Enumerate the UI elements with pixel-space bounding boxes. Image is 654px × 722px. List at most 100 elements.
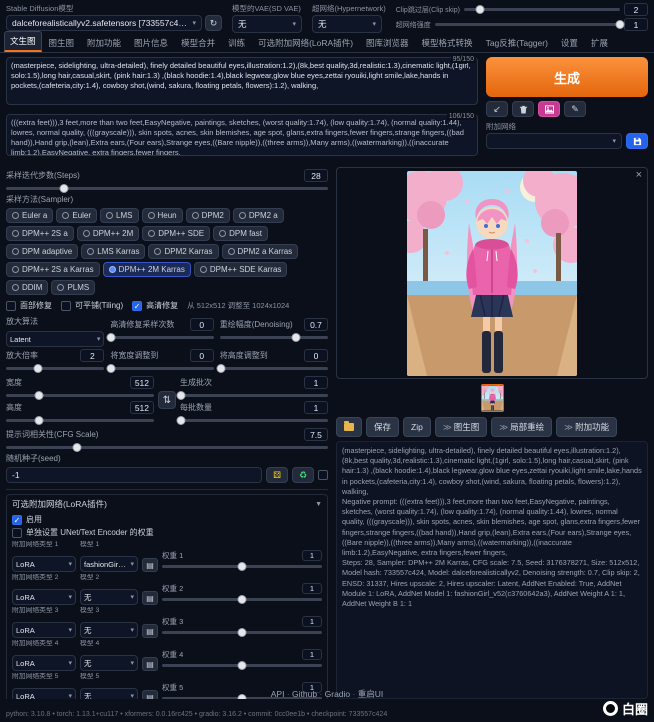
tab-img2img[interactable]: 图生图 bbox=[43, 33, 81, 52]
zip-button[interactable]: Zip bbox=[403, 417, 431, 437]
save-style-button[interactable] bbox=[626, 133, 648, 149]
seed-input[interactable]: -1 bbox=[6, 467, 262, 483]
sampler-option[interactable]: DPM++ 2S a bbox=[6, 226, 74, 241]
clip-skip-slider[interactable] bbox=[464, 8, 620, 11]
sampler-option[interactable]: DPM fast bbox=[213, 226, 268, 241]
paste-params-button[interactable]: ↙ bbox=[486, 101, 508, 117]
model-select[interactable]: dalceforealisticallyv2.safetensors [7335… bbox=[6, 15, 202, 31]
tab-png-info[interactable]: 图片信息 bbox=[128, 33, 174, 52]
height-value[interactable]: 512 bbox=[130, 401, 154, 414]
random-seed-button[interactable]: ⚄ bbox=[266, 467, 288, 483]
hypernet-select[interactable]: 无 ▾ bbox=[312, 15, 382, 33]
sampler-option[interactable]: DPM++ 2M bbox=[77, 226, 139, 241]
sampler-option[interactable]: DPM2 Karras bbox=[148, 244, 218, 259]
clear-prompt-button[interactable] bbox=[512, 101, 534, 117]
hires-fix-checkbox[interactable]: ✓高清修复 bbox=[132, 300, 178, 311]
generate-button[interactable]: 生成 bbox=[486, 57, 648, 97]
tab-txt2img[interactable]: 文生图 bbox=[4, 31, 42, 52]
batch-size-slider[interactable] bbox=[180, 419, 328, 422]
lora-type-select[interactable]: LoRA▾ bbox=[12, 589, 76, 605]
resize-height-value[interactable]: 0 bbox=[304, 349, 328, 362]
lora-weight-slider[interactable] bbox=[162, 598, 322, 601]
generated-image[interactable] bbox=[407, 171, 577, 376]
sampler-option[interactable]: Heun bbox=[142, 208, 183, 223]
steps-slider[interactable] bbox=[6, 187, 328, 190]
steps-value[interactable]: 28 bbox=[304, 169, 328, 182]
resize-width-value[interactable]: 0 bbox=[190, 349, 214, 362]
styles-select[interactable]: ▾ bbox=[486, 133, 622, 149]
denoise-slider[interactable] bbox=[220, 336, 328, 339]
sampler-option[interactable]: DPM2 bbox=[186, 208, 230, 223]
lora-model-select[interactable]: 无▾ bbox=[80, 622, 138, 638]
upscale-by-value[interactable]: 2 bbox=[80, 349, 104, 362]
hires-steps-slider[interactable] bbox=[110, 336, 213, 339]
tab-checkpoint-merger[interactable]: 模型合并 bbox=[175, 33, 221, 52]
lora-type-select[interactable]: LoRA▾ bbox=[12, 556, 76, 572]
sampler-option[interactable]: LMS bbox=[100, 208, 138, 223]
sampler-option[interactable]: PLMS bbox=[51, 280, 95, 295]
batch-count-value[interactable]: 1 bbox=[304, 376, 328, 389]
extra-networks-button[interactable] bbox=[538, 101, 560, 117]
reload-ui-link[interactable]: 重启UI bbox=[358, 689, 384, 699]
height-slider[interactable] bbox=[6, 419, 154, 422]
tab-extras[interactable]: 附加功能 bbox=[81, 33, 127, 52]
close-icon[interactable]: × bbox=[636, 169, 642, 181]
additional-networks-header[interactable]: 可选附加网络(LoRA插件) ▼ bbox=[12, 498, 322, 510]
lora-model-info-button[interactable]: ▤ bbox=[142, 657, 158, 671]
lora-weight-value[interactable]: 1 bbox=[302, 649, 322, 660]
tab-image-browser[interactable]: 图库浏览器 bbox=[360, 33, 415, 52]
upscaler-select[interactable]: Latent ▾ bbox=[6, 331, 104, 347]
swap-dimensions-button[interactable]: ⇅ bbox=[158, 391, 176, 409]
sampler-option[interactable]: DPM++ SDE Karras bbox=[194, 262, 288, 277]
width-value[interactable]: 512 bbox=[130, 376, 154, 389]
cfg-value[interactable]: 7.5 bbox=[304, 428, 328, 441]
save-button[interactable]: 保存 bbox=[366, 417, 399, 437]
lora-type-select[interactable]: LoRA▾ bbox=[12, 655, 76, 671]
lora-model-info-button[interactable]: ▤ bbox=[142, 558, 158, 572]
lora-separate-weights-checkbox[interactable]: 单独设置 UNet/Text Encoder 的权重 bbox=[12, 527, 154, 538]
lora-enable-checkbox[interactable]: ✓启用 bbox=[12, 514, 42, 525]
send-to-img2img-button[interactable]: ≫图生图 bbox=[435, 417, 487, 437]
tab-train[interactable]: 训练 bbox=[222, 33, 251, 52]
sampler-option[interactable]: DDIM bbox=[6, 280, 48, 295]
lora-weight-value[interactable]: 1 bbox=[302, 550, 322, 561]
refresh-models-icon[interactable]: ↻ bbox=[205, 15, 222, 31]
sampler-option[interactable]: DPM adaptive bbox=[6, 244, 78, 259]
resize-height-slider[interactable] bbox=[220, 367, 328, 370]
resize-width-slider[interactable] bbox=[110, 367, 213, 370]
github-link[interactable]: Github bbox=[292, 689, 325, 699]
hires-steps-value[interactable]: 0 bbox=[190, 318, 214, 331]
apply-style-button[interactable]: ✎ bbox=[564, 101, 586, 117]
api-link[interactable]: API bbox=[271, 689, 292, 699]
lora-model-select[interactable]: 无▾ bbox=[80, 589, 138, 605]
sampler-option[interactable]: LMS Karras bbox=[81, 244, 145, 259]
restore-faces-checkbox[interactable]: 面部修复 bbox=[6, 300, 52, 311]
lora-type-select[interactable]: LoRA▾ bbox=[12, 622, 76, 638]
tab-additional-networks[interactable]: 可选附加网络(LoRA插件) bbox=[252, 33, 359, 52]
vae-select[interactable]: 无 ▾ bbox=[232, 15, 302, 33]
send-to-extras-button[interactable]: ≫附加功能 bbox=[556, 417, 617, 437]
sampler-option[interactable]: Euler bbox=[56, 208, 97, 223]
hypernet-strength-value[interactable]: 1 bbox=[624, 18, 648, 31]
sampler-option[interactable]: DPM2 a Karras bbox=[222, 244, 299, 259]
hypernet-strength-slider[interactable] bbox=[435, 23, 620, 26]
reuse-seed-button[interactable]: ♻ bbox=[292, 467, 314, 483]
width-slider[interactable] bbox=[6, 394, 154, 397]
negative-prompt-input[interactable]: (((extra feet))),3 feet,more than two fe… bbox=[6, 114, 478, 156]
batch-size-value[interactable]: 1 bbox=[304, 401, 328, 414]
sampler-option-selected[interactable]: DPM++ 2M Karras bbox=[103, 262, 191, 277]
send-to-inpaint-button[interactable]: ≫局部重绘 bbox=[491, 417, 552, 437]
tiling-checkbox[interactable]: 可平铺(Tiling) bbox=[61, 300, 123, 311]
lora-model-select[interactable]: fashionGirl_v52▾ bbox=[80, 556, 138, 572]
sampler-option[interactable]: DPM2 a bbox=[233, 208, 284, 223]
lora-model-info-button[interactable]: ▤ bbox=[142, 624, 158, 638]
sampler-option[interactable]: DPM++ 2S a Karras bbox=[6, 262, 100, 277]
lora-weight-slider[interactable] bbox=[162, 664, 322, 667]
lora-weight-slider[interactable] bbox=[162, 565, 322, 568]
lora-model-info-button[interactable]: ▤ bbox=[142, 591, 158, 605]
upscale-by-slider[interactable] bbox=[6, 367, 104, 370]
tab-settings[interactable]: 设置 bbox=[555, 33, 584, 52]
thumbnail-image[interactable] bbox=[481, 384, 504, 412]
sampler-option[interactable]: DPM++ SDE bbox=[142, 226, 210, 241]
seed-extra-checkbox[interactable] bbox=[318, 470, 328, 480]
